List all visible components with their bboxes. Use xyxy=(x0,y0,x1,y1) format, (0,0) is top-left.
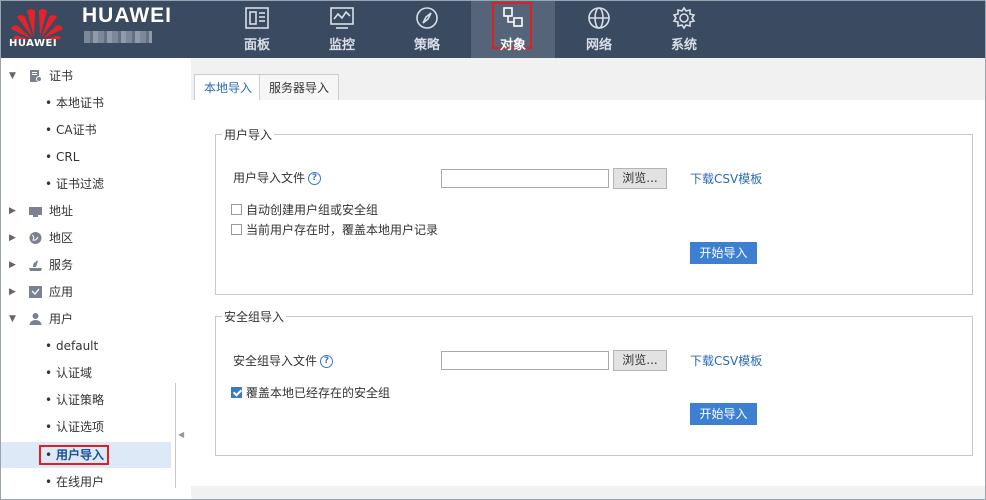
group-import-start-button[interactable]: 开始导入 xyxy=(690,403,757,425)
tree-label: 本地证书 xyxy=(56,96,105,110)
checkbox-checked-icon[interactable] xyxy=(231,387,242,398)
service-icon xyxy=(29,260,42,271)
tree-item-cert-filter[interactable]: • 证书过滤 xyxy=(1,171,171,197)
dashboard-icon xyxy=(245,7,269,29)
object-icon xyxy=(503,7,523,27)
tree-item-user-import[interactable]: • 用户导入 xyxy=(1,442,171,468)
collapsed-arrow-icon[interactable]: ▶ xyxy=(9,252,16,278)
tree-label: 认证选项 xyxy=(56,420,105,434)
user-import-file-input[interactable] xyxy=(441,169,609,188)
nav-policy[interactable]: 策略 xyxy=(385,1,469,58)
nav-dashboard[interactable]: 面板 xyxy=(215,1,299,58)
tree-label: 用户导入 xyxy=(56,448,105,462)
tree-item-ca-cert[interactable]: • CA证书 xyxy=(1,117,171,143)
expanded-arrow-icon[interactable]: ▼ xyxy=(9,306,16,332)
tree-label: 服务 xyxy=(49,258,74,272)
user-import-legend: 用户导入 xyxy=(224,128,273,142)
tree-label: 用户 xyxy=(49,312,74,326)
collapsed-arrow-icon[interactable]: ▶ xyxy=(9,225,16,251)
tab-server-import[interactable]: 服务器导入 xyxy=(259,74,340,100)
nav-network-label: 网络 xyxy=(585,38,612,53)
logo-text: HUAWEI xyxy=(9,38,58,49)
nav-monitor[interactable]: 监控 xyxy=(300,1,384,58)
tree-item-crl[interactable]: • CRL xyxy=(1,144,171,170)
group-import-template-link[interactable]: 下载CSV模板 xyxy=(690,352,762,369)
collapsed-arrow-icon[interactable]: ▶ xyxy=(9,198,16,224)
sidebar-splitter[interactable]: ◀ xyxy=(175,58,191,499)
top-bar: HUAWEI HUAWEI 面板 监控 策略 对象 网络 系统 xyxy=(1,1,985,58)
overwrite-user-checkbox[interactable]: 当前用户存在时，覆盖本地用户记录 xyxy=(231,221,438,238)
tree-item-auth-domain[interactable]: • 认证域 xyxy=(1,360,171,386)
address-icon xyxy=(29,207,42,217)
tree-item-default[interactable]: • default xyxy=(1,333,171,359)
nav-monitor-label: 监控 xyxy=(328,38,355,53)
nav-object[interactable]: 对象 xyxy=(471,1,555,58)
tree-label: 在线用户 xyxy=(56,475,105,489)
tab-bar: 本地导入 服务器导入 xyxy=(191,58,985,101)
nav-policy-label: 策略 xyxy=(413,38,440,53)
collapse-handle-icon[interactable]: ◀ xyxy=(178,430,184,439)
tree-item-auth-policy[interactable]: • 认证策略 xyxy=(1,387,171,413)
nav-dashboard-label: 面板 xyxy=(243,38,270,53)
brand-name: HUAWEI xyxy=(82,4,172,27)
group-import-file-input[interactable] xyxy=(441,351,609,370)
auto-create-group-checkbox[interactable]: 自动创建用户组或安全组 xyxy=(231,201,378,218)
main-panel: 本地导入 服务器导入 用户导入 用户导入文件? 浏览... 下载CSV模板 自动… xyxy=(191,58,985,499)
compass-icon xyxy=(416,7,438,29)
help-icon[interactable]: ? xyxy=(320,355,334,368)
help-icon[interactable]: ? xyxy=(308,172,322,185)
tree-group-user[interactable]: ▼ 用户 xyxy=(1,306,171,332)
region-icon xyxy=(29,232,42,244)
tree-item-online-users[interactable]: • 在线用户 xyxy=(1,469,171,495)
group-import-browse-button[interactable]: 浏览... xyxy=(613,350,667,371)
certificate-icon xyxy=(30,70,42,82)
tree-label: 证书过滤 xyxy=(56,177,105,191)
tree-item-local-cert[interactable]: • 本地证书 xyxy=(1,90,171,116)
overwrite-group-checkbox[interactable]: 覆盖本地已经存在的安全组 xyxy=(231,384,390,401)
collapsed-arrow-icon[interactable]: ▶ xyxy=(9,279,16,305)
tree-label: default xyxy=(56,339,99,353)
gear-icon xyxy=(672,6,696,30)
nav-system-label: 系统 xyxy=(670,38,697,53)
tree-label: CA证书 xyxy=(56,123,97,137)
group-import-legend: 安全组导入 xyxy=(224,310,285,324)
checkbox-icon[interactable] xyxy=(231,224,242,235)
tree-item-auth-options[interactable]: • 认证选项 xyxy=(1,414,171,440)
tree-group-application[interactable]: ▶ 应用 xyxy=(1,279,171,305)
checkbox-icon[interactable] xyxy=(231,204,242,215)
app-window: HUAWEI HUAWEI 面板 监控 策略 对象 网络 系统 ▼ 证书 • 本… xyxy=(0,0,986,500)
tab-content: 用户导入 用户导入文件? 浏览... 下载CSV模板 自动创建用户组或安全组 当… xyxy=(191,100,985,486)
tree-group-service[interactable]: ▶ 服务 xyxy=(1,252,171,278)
tree-group-certificate[interactable]: ▼ 证书 xyxy=(1,63,171,89)
monitor-icon xyxy=(330,7,354,29)
application-icon xyxy=(29,286,42,298)
tree-label: 证书 xyxy=(49,69,74,83)
nav-network[interactable]: 网络 xyxy=(557,1,641,58)
group-import-file-label: 安全组导入文件? xyxy=(233,352,334,369)
nav-system[interactable]: 系统 xyxy=(642,1,726,58)
tree-group-region[interactable]: ▶ 地区 xyxy=(1,225,171,251)
user-import-start-button[interactable]: 开始导入 xyxy=(690,242,757,264)
expanded-arrow-icon[interactable]: ▼ xyxy=(9,63,16,89)
tree-label: 地址 xyxy=(49,204,74,218)
tab-local-import[interactable]: 本地导入 xyxy=(194,74,263,101)
tree-group-address[interactable]: ▶ 地址 xyxy=(1,198,171,224)
nav-object-label: 对象 xyxy=(499,38,526,53)
user-import-template-link[interactable]: 下载CSV模板 xyxy=(690,170,762,187)
tree-label: 认证域 xyxy=(56,366,93,380)
user-import-browse-button[interactable]: 浏览... xyxy=(613,168,667,189)
group-import-group: 安全组导入 xyxy=(215,308,973,456)
tree-label: 应用 xyxy=(49,285,74,299)
user-icon xyxy=(29,313,42,325)
tree-label: CRL xyxy=(56,150,80,164)
user-import-file-label: 用户导入文件? xyxy=(233,169,322,186)
device-name-blurred xyxy=(84,31,152,43)
tree-label: 认证策略 xyxy=(56,393,105,407)
sidebar-tree: ▼ 证书 • 本地证书 • CA证书 • CRL • 证书过滤 ▶ 地址 ▶ 地区 ▶ xyxy=(1,58,175,499)
tree-label: 地区 xyxy=(49,231,74,245)
globe-icon xyxy=(588,7,610,29)
